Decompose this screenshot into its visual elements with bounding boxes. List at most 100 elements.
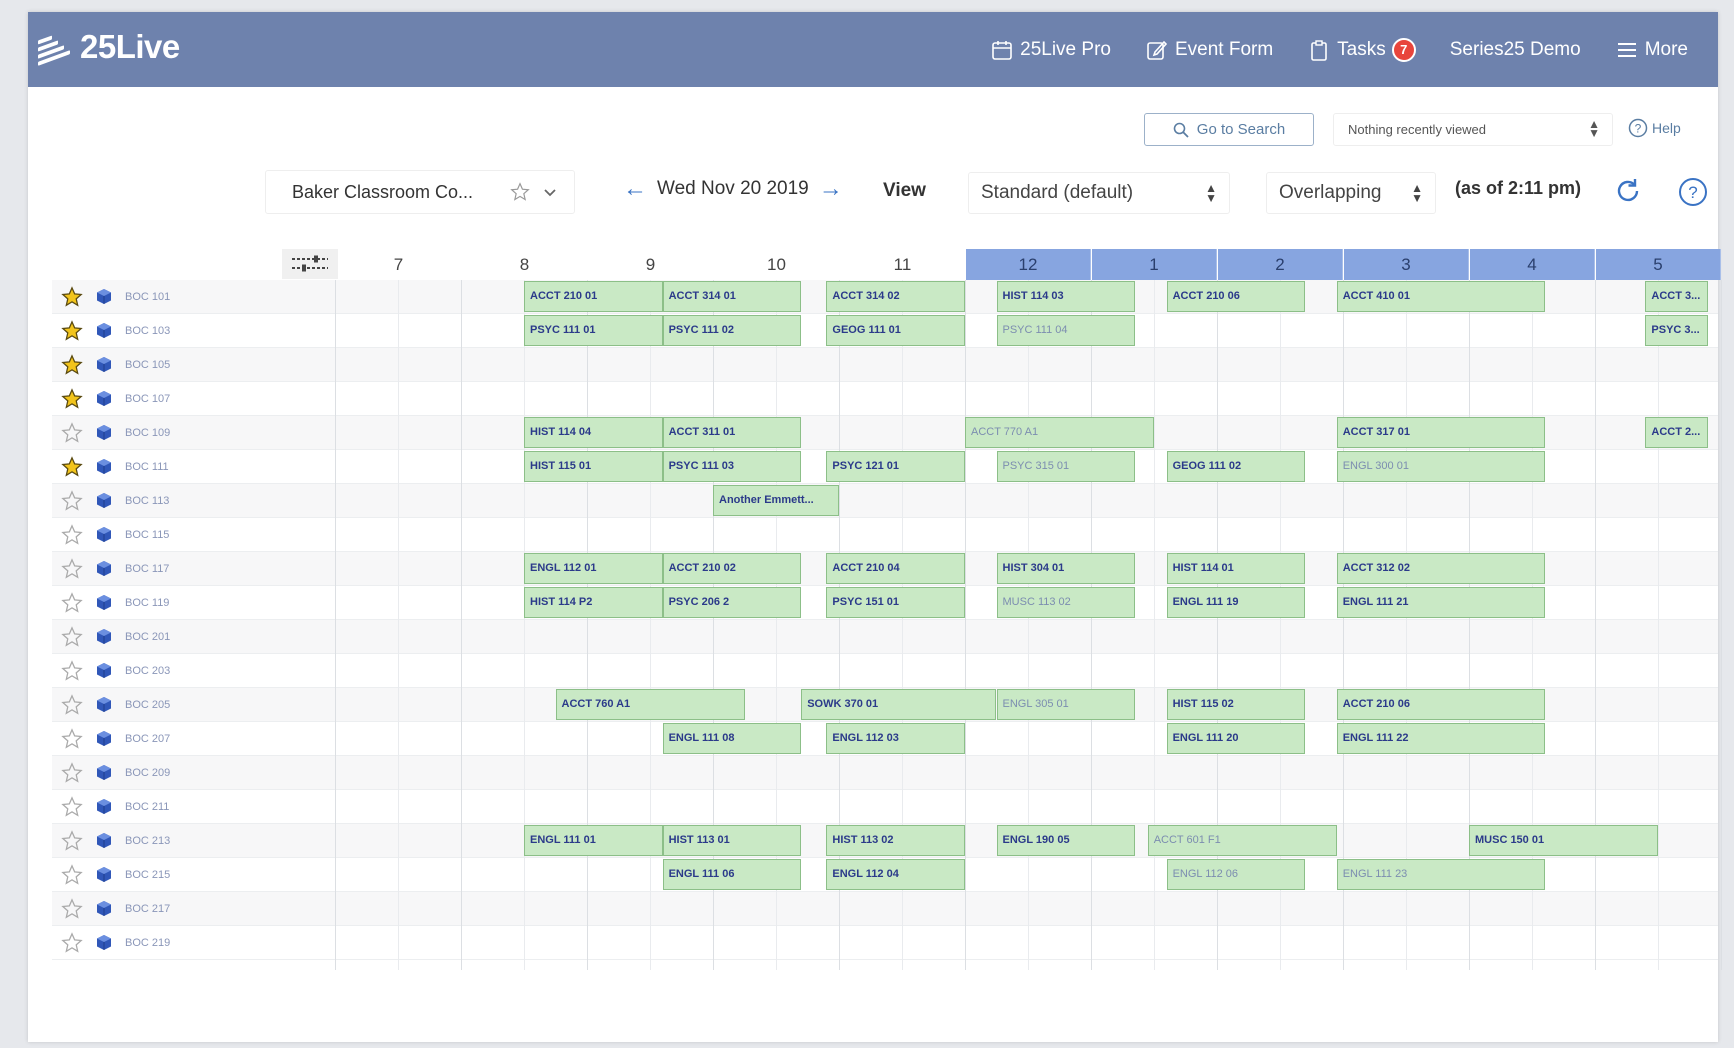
- event-block[interactable]: ENGL 111 08: [662, 723, 802, 754]
- room-name-link[interactable]: BOC 107: [125, 393, 170, 405]
- room-name-link[interactable]: BOC 117: [125, 563, 169, 575]
- event-block[interactable]: HIST 113 01: [662, 825, 802, 856]
- event-block[interactable]: ENGL 112 06: [1166, 859, 1306, 890]
- current-date[interactable]: Wed Nov 20 2019: [657, 178, 809, 200]
- favorite-star-icon[interactable]: [61, 932, 83, 959]
- event-block[interactable]: ACCT 210 04: [826, 553, 965, 584]
- go-to-search-button[interactable]: Go to Search: [1144, 113, 1314, 146]
- favorite-star-icon[interactable]: [61, 524, 83, 551]
- favorite-star-icon[interactable]: [61, 830, 83, 857]
- event-block[interactable]: ENGL 111 19: [1166, 587, 1306, 618]
- event-block[interactable]: ACCT 312 02: [1336, 553, 1545, 584]
- room-name-link[interactable]: BOC 219: [125, 937, 170, 949]
- favorite-star-icon[interactable]: [61, 864, 83, 891]
- event-block[interactable]: ACCT 2...: [1645, 417, 1709, 448]
- event-block[interactable]: ENGL 111 21: [1336, 587, 1545, 618]
- event-block[interactable]: ACCT 601 F1: [1147, 825, 1337, 856]
- overlap-mode-select[interactable]: Overlapping ▲ ▼: [1266, 172, 1436, 214]
- event-block[interactable]: ENGL 300 01: [1336, 451, 1545, 482]
- event-block[interactable]: PSYC 3...: [1645, 315, 1709, 346]
- favorite-star-icon[interactable]: [61, 660, 83, 687]
- event-block[interactable]: ENGL 190 05: [996, 825, 1136, 856]
- event-block[interactable]: HIST 114 04: [524, 417, 663, 448]
- favorite-star-icon[interactable]: [61, 626, 83, 653]
- event-block[interactable]: ENGL 305 01: [996, 689, 1136, 720]
- event-block[interactable]: PSYC 111 03: [662, 451, 802, 482]
- event-block[interactable]: MUSC 150 01: [1469, 825, 1658, 856]
- event-block[interactable]: HIST 115 01: [524, 451, 663, 482]
- favorite-star-filled-icon[interactable]: [61, 286, 83, 313]
- event-block[interactable]: ENGL 111 23: [1336, 859, 1545, 890]
- nav-more[interactable]: More: [1615, 38, 1688, 62]
- favorite-star-icon[interactable]: [61, 728, 83, 755]
- room-name-link[interactable]: BOC 103: [125, 325, 170, 337]
- event-block[interactable]: GEOG 111 02: [1166, 451, 1306, 482]
- room-name-link[interactable]: BOC 105: [125, 359, 170, 371]
- event-block[interactable]: ENGL 111 01: [524, 825, 663, 856]
- room-name-link[interactable]: BOC 119: [125, 597, 169, 609]
- favorite-star-icon[interactable]: [510, 182, 530, 207]
- favorite-star-icon[interactable]: [61, 898, 83, 925]
- event-block[interactable]: ENGL 111 06: [662, 859, 802, 890]
- favorite-star-filled-icon[interactable]: [61, 320, 83, 347]
- event-block[interactable]: ACCT 311 01: [662, 417, 802, 448]
- favorite-star-icon[interactable]: [61, 694, 83, 721]
- event-block[interactable]: Another Emmett...: [713, 485, 839, 516]
- room-name-link[interactable]: BOC 207: [125, 733, 170, 745]
- room-name-link[interactable]: BOC 209: [125, 767, 170, 779]
- favorite-star-icon[interactable]: [61, 490, 83, 517]
- nav-25live-pro[interactable]: 25Live Pro: [990, 38, 1111, 62]
- event-block[interactable]: ACCT 210 06: [1166, 281, 1306, 312]
- event-block[interactable]: HIST 114 P2: [524, 587, 663, 618]
- event-block[interactable]: ACCT 317 01: [1336, 417, 1545, 448]
- chevron-down-icon[interactable]: [542, 184, 558, 205]
- event-block[interactable]: ACCT 210 02: [662, 553, 802, 584]
- help-circle-icon[interactable]: ?: [1678, 177, 1708, 212]
- room-name-link[interactable]: BOC 111: [125, 461, 169, 473]
- event-block[interactable]: SOWK 370 01: [801, 689, 997, 720]
- next-day-arrow-icon[interactable]: →: [819, 177, 843, 201]
- event-block[interactable]: ACCT 770 A1: [965, 417, 1154, 448]
- favorite-star-icon[interactable]: [61, 762, 83, 789]
- event-block[interactable]: PSYC 151 01: [826, 587, 965, 618]
- room-name-link[interactable]: BOC 211: [125, 801, 169, 813]
- event-block[interactable]: ACCT 314 01: [662, 281, 802, 312]
- favorite-star-filled-icon[interactable]: [61, 456, 83, 483]
- favorite-star-icon[interactable]: [61, 592, 83, 619]
- event-block[interactable]: ACCT 760 A1: [555, 689, 745, 720]
- event-block[interactable]: HIST 114 01: [1166, 553, 1306, 584]
- location-search-selector[interactable]: Baker Classroom Co...: [265, 170, 575, 214]
- event-block[interactable]: PSYC 206 2: [662, 587, 802, 618]
- help-link[interactable]: ? Help: [1628, 118, 1681, 138]
- room-name-link[interactable]: BOC 215: [125, 869, 170, 881]
- event-block[interactable]: ACCT 410 01: [1336, 281, 1545, 312]
- event-block[interactable]: HIST 113 02: [826, 825, 965, 856]
- event-block[interactable]: ENGL 111 20: [1166, 723, 1306, 754]
- previous-day-arrow-icon[interactable]: ←: [623, 177, 647, 201]
- nav-event-form[interactable]: Event Form: [1145, 38, 1273, 62]
- view-mode-select[interactable]: Standard (default) ▲ ▼: [968, 172, 1230, 214]
- favorite-star-icon[interactable]: [61, 558, 83, 585]
- refresh-icon[interactable]: [1613, 176, 1643, 211]
- event-block[interactable]: PSYC 111 04: [996, 315, 1136, 346]
- event-block[interactable]: ENGL 112 01: [524, 553, 663, 584]
- event-block[interactable]: PSYC 315 01: [996, 451, 1136, 482]
- event-block[interactable]: ACCT 210 01: [524, 281, 663, 312]
- room-name-link[interactable]: BOC 205: [125, 699, 170, 711]
- room-name-link[interactable]: BOC 203: [125, 665, 170, 677]
- event-block[interactable]: GEOG 111 01: [826, 315, 965, 346]
- room-name-link[interactable]: BOC 109: [125, 427, 170, 439]
- event-block[interactable]: PSYC 111 01: [524, 315, 663, 346]
- nav-series25-demo[interactable]: Series25 Demo: [1450, 39, 1581, 61]
- logo[interactable]: 25Live: [38, 28, 180, 66]
- event-block[interactable]: ACCT 3...: [1645, 281, 1709, 312]
- event-block[interactable]: PSYC 121 01: [826, 451, 965, 482]
- favorite-star-filled-icon[interactable]: [61, 388, 83, 415]
- event-block[interactable]: HIST 304 01: [996, 553, 1136, 584]
- event-block[interactable]: HIST 114 03: [996, 281, 1136, 312]
- room-name-link[interactable]: BOC 101: [125, 291, 170, 303]
- event-block[interactable]: MUSC 113 02: [996, 587, 1136, 618]
- nav-tasks[interactable]: Tasks 7: [1307, 37, 1416, 62]
- event-block[interactable]: ENGL 112 03: [826, 723, 965, 754]
- event-block[interactable]: ENGL 112 04: [826, 859, 965, 890]
